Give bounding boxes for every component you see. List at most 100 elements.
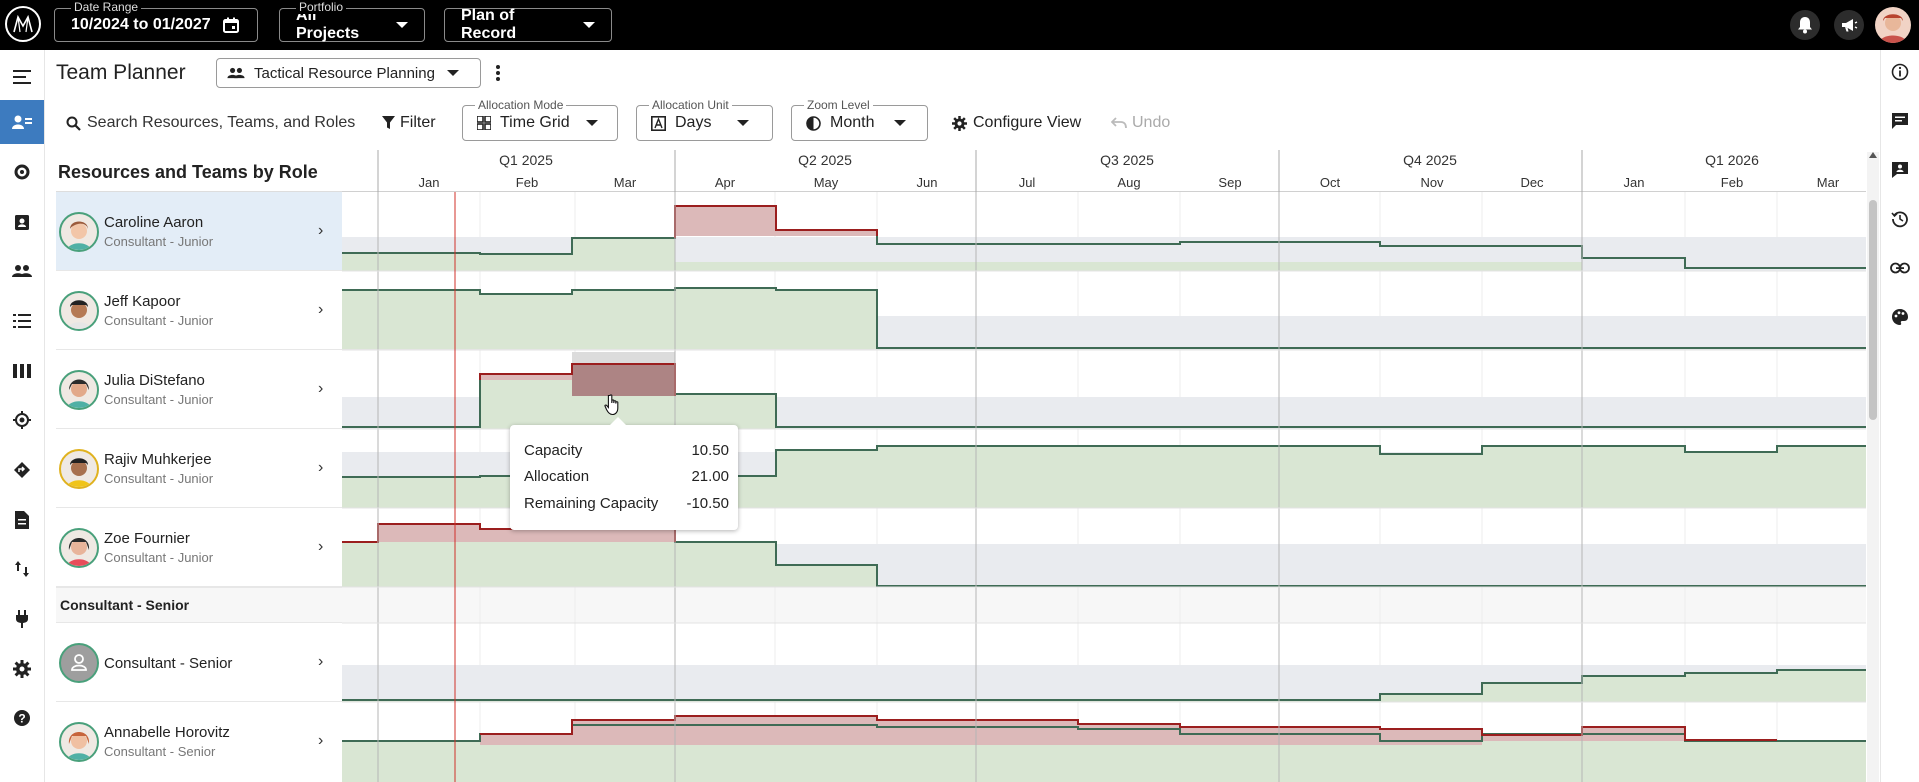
vertical-scrollbar[interactable] <box>1867 152 1879 782</box>
user-avatar-icon[interactable] <box>1875 7 1911 43</box>
resource-row[interactable]: Julia DiStefano Consultant - Junior › <box>56 350 342 429</box>
month-label: Feb <box>1721 175 1743 190</box>
resource-name: Consultant - Senior <box>104 655 233 672</box>
role-group-header[interactable]: Consultant - Senior <box>56 587 342 623</box>
more-options-icon[interactable] <box>493 64 503 82</box>
undo-icon <box>1111 117 1127 129</box>
link-icon[interactable] <box>1885 253 1915 283</box>
avatar <box>59 643 99 683</box>
gear-icon <box>952 115 967 131</box>
columns-icon[interactable] <box>0 349 44 393</box>
allocation-tooltip: Capacity 10.50 Allocation 21.00 Remaining … <box>510 417 738 530</box>
allocation-chart-row[interactable] <box>342 665 1866 702</box>
chevron-down-icon <box>396 22 408 28</box>
month-label: Aug <box>1117 175 1140 190</box>
history-icon[interactable] <box>1885 204 1915 234</box>
view-select[interactable]: Tactical Resource Planning <box>216 58 481 88</box>
chevron-right-icon[interactable]: › <box>318 653 323 671</box>
palette-icon[interactable] <box>1885 302 1915 332</box>
month-label: Mar <box>614 175 637 190</box>
megaphone-icon[interactable] <box>1834 10 1864 40</box>
zoom-icon <box>806 115 821 131</box>
chevron-right-icon[interactable]: › <box>318 732 323 750</box>
portfolio-icon[interactable] <box>0 200 44 244</box>
list-icon[interactable] <box>0 299 44 343</box>
avatar <box>59 370 99 410</box>
avatar <box>59 212 99 252</box>
chevron-right-icon[interactable]: › <box>318 459 323 477</box>
month-label: Sep <box>1218 175 1241 190</box>
allocation-chart-row[interactable] <box>342 352 1866 429</box>
app-logo-icon[interactable] <box>5 6 41 42</box>
month-label: Mar <box>1817 175 1840 190</box>
resource-row[interactable]: Consultant - Senior › <box>56 623 342 702</box>
refresh-icon[interactable] <box>0 150 44 194</box>
transfer-icon[interactable] <box>0 547 44 591</box>
resource-role: Consultant - Junior <box>104 392 214 407</box>
route-icon[interactable] <box>0 448 44 492</box>
resource-role: Consultant - Junior <box>104 550 214 565</box>
allocation-chart-row[interactable] <box>342 287 1866 350</box>
menu-icon[interactable] <box>0 55 44 99</box>
gear-icon[interactable] <box>0 647 44 691</box>
quarter-label: Q1 2026 <box>1705 152 1759 168</box>
document-icon[interactable] <box>0 498 44 542</box>
people-icon[interactable] <box>0 249 44 293</box>
chat-icon[interactable] <box>1885 106 1915 136</box>
undo-label: Undo <box>1132 114 1171 131</box>
help-icon[interactable]: ? <box>0 696 44 740</box>
chevron-right-icon[interactable]: › <box>318 301 323 319</box>
quarter-label: Q2 2025 <box>798 152 852 168</box>
chevron-right-icon[interactable]: › <box>318 538 323 556</box>
avatar <box>59 449 99 489</box>
allocation-label: Allocation <box>524 468 590 485</box>
zoom-level-select[interactable]: Zoom Level Month <box>791 98 928 141</box>
date-range-picker[interactable]: Date Range 10/2024 to 01/2027 <box>54 0 258 42</box>
allocation-unit-value: Days <box>675 114 712 131</box>
bell-icon[interactable] <box>1790 10 1820 40</box>
team-planner-icon[interactable] <box>0 100 44 144</box>
resource-row[interactable]: Caroline Aaron Consultant - Junior › <box>56 192 342 271</box>
search-icon <box>66 116 81 131</box>
calendar-icon <box>222 17 239 33</box>
resource-row[interactable]: Jeff Kapoor Consultant - Junior › <box>56 271 342 350</box>
plan-select[interactable]: Plan of Record <box>444 7 612 42</box>
search-input[interactable]: Search Resources, Teams, and Roles <box>66 113 355 133</box>
avatar <box>59 528 99 568</box>
resource-row[interactable]: Annabelle Horovitz Consultant - Senior › <box>56 702 342 782</box>
resource-name: Jeff Kapoor <box>104 293 181 310</box>
scrollbar-thumb[interactable] <box>1869 200 1877 420</box>
month-label: Feb <box>516 175 538 190</box>
days-icon <box>651 115 666 131</box>
avatar <box>59 722 99 762</box>
hand-cursor-icon <box>604 394 622 416</box>
portfolio-select[interactable]: Portfolio All Projects <box>279 0 425 42</box>
allocation-chart-row[interactable] <box>342 523 1866 587</box>
plug-icon[interactable] <box>0 597 44 641</box>
allocation-mode-select[interactable]: Allocation Mode Time Grid <box>462 98 618 141</box>
configure-view-label: Configure View <box>973 114 1082 131</box>
comment-icon[interactable] <box>1885 155 1915 185</box>
chevron-right-icon[interactable]: › <box>318 380 323 398</box>
tooltip-arrow <box>610 417 626 425</box>
undo-button[interactable]: Undo <box>1111 113 1170 133</box>
allocation-unit-label: Allocation Unit <box>649 98 732 112</box>
filter-button[interactable]: Filter <box>382 113 436 133</box>
search-placeholder: Search Resources, Teams, and Roles <box>87 114 356 131</box>
month-label: Nov <box>1420 175 1444 190</box>
month-label: Jul <box>1019 175 1036 190</box>
resource-row[interactable]: Zoe Fournier Consultant - Junior › <box>56 508 342 587</box>
date-range-label: Date Range <box>71 0 142 14</box>
plan-value: Plan of Record <box>461 7 517 42</box>
allocation-chart-row[interactable] <box>342 715 1866 782</box>
info-icon[interactable] <box>1885 57 1915 87</box>
allocation-unit-select[interactable]: Allocation Unit Days <box>636 98 773 141</box>
configure-view-button[interactable]: Configure View <box>952 113 1081 133</box>
scroll-up-arrow[interactable] <box>1869 152 1877 158</box>
top-bar: Date Range 10/2024 to 01/2027 Portfolio … <box>0 0 1919 50</box>
resource-row[interactable]: Rajiv Muhkerjee Consultant - Junior › <box>56 429 342 508</box>
chevron-right-icon[interactable]: › <box>318 222 323 240</box>
target-icon[interactable] <box>0 398 44 442</box>
capacity-value: 10.50 <box>691 442 729 459</box>
month-label: Oct <box>1320 175 1341 190</box>
